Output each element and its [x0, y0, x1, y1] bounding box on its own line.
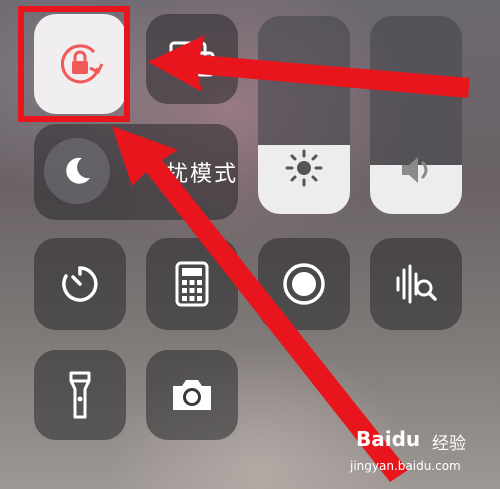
baidu-watermark: Baidu 经验 jingyan.baidu.com — [348, 423, 488, 483]
watermark-suffix: 经验 — [432, 434, 466, 454]
annotation-arrows — [112, 35, 470, 482]
watermark-url: jingyan.baidu.com — [350, 459, 461, 473]
watermark-brand: Baidu — [356, 427, 421, 451]
arrow-right-to-box — [148, 35, 470, 98]
